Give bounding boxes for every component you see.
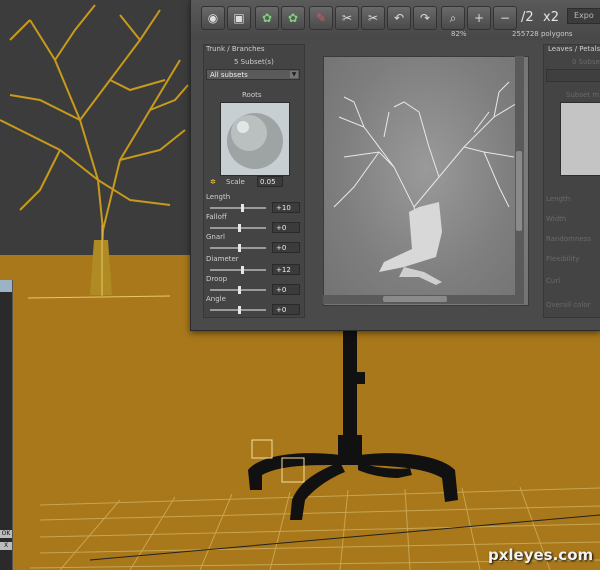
slider-handle[interactable]: [238, 244, 241, 252]
undo-icon[interactable]: ↶: [387, 6, 411, 30]
scroll-thumb[interactable]: [516, 151, 522, 231]
trunk-branches-section: Trunk / Branches 5 Subset(s) All subsets…: [203, 44, 305, 318]
window-titlebar: [0, 280, 12, 292]
scroll-thumb[interactable]: [383, 296, 447, 302]
scale-label: Scale: [226, 178, 245, 186]
section-title: Trunk / Branches: [206, 45, 265, 53]
ok-button[interactable]: OK: [0, 530, 12, 538]
slider-handle[interactable]: [238, 306, 241, 314]
lod-double-button[interactable]: x2: [543, 10, 559, 25]
zoom-level: 82%: [451, 30, 467, 38]
toolbar: ◉ ▣ ✿ ✿ ✎ ✂ ✂ ↶ ↷ ⌕ + − /2 x2 Expo 82% 2…: [191, 0, 600, 40]
close-button[interactable]: X: [0, 542, 12, 550]
param-slider[interactable]: [210, 266, 266, 274]
scale-input[interactable]: 0.05: [257, 176, 283, 187]
param-slider[interactable]: [210, 306, 266, 314]
subset-count: 0 Subse: [572, 58, 600, 66]
param-label: Length: [546, 195, 571, 203]
slider-handle[interactable]: [241, 204, 244, 212]
cube-icon[interactable]: ▣: [227, 6, 251, 30]
param-value-input[interactable]: +10: [272, 202, 300, 213]
param-slider[interactable]: [210, 244, 266, 252]
param-slider[interactable]: [210, 286, 266, 294]
param-label: Flexibility: [546, 255, 580, 263]
param-value-input[interactable]: +0: [272, 242, 300, 253]
param-slider[interactable]: [210, 224, 266, 232]
watermark: pxleyes.com: [488, 546, 594, 564]
zoom-in-icon[interactable]: +: [467, 6, 491, 30]
param-label: Falloff: [206, 213, 227, 221]
scissors-icon[interactable]: ✂: [335, 6, 359, 30]
param-label: Gnarl: [206, 233, 225, 241]
param-slider[interactable]: [210, 204, 266, 212]
tree-preview[interactable]: [323, 56, 529, 306]
subset-count: 5 Subset(s): [234, 58, 274, 66]
param-value-input[interactable]: +0: [272, 284, 300, 295]
slider-handle[interactable]: [238, 286, 241, 294]
param-label: Width: [546, 215, 567, 223]
material-thumbnail[interactable]: [560, 102, 600, 176]
chevron-down-icon: ▼: [290, 71, 298, 78]
param-value-input[interactable]: +0: [272, 304, 300, 315]
zoom-fit-icon[interactable]: ⌕: [441, 6, 465, 30]
preview-roots: [399, 267, 442, 285]
left-window: OK X: [0, 280, 13, 570]
leaves-petals-section: Leaves / Petals 0 Subse Subset m Length W…: [543, 44, 600, 318]
load-plant-icon[interactable]: ✿: [255, 6, 279, 30]
vertical-scrollbar[interactable]: [515, 56, 524, 304]
zoom-out-icon[interactable]: −: [493, 6, 517, 30]
section-title: Leaves / Petals: [548, 45, 600, 53]
plant-editor-panel: ◉ ▣ ✿ ✿ ✎ ✂ ✂ ↶ ↷ ⌕ + − /2 x2 Expo 82% 2…: [190, 0, 600, 331]
lod-half-button[interactable]: /2: [521, 10, 534, 25]
param-label: Randomness: [546, 235, 592, 243]
paint-brush-icon[interactable]: ✎: [309, 6, 333, 30]
export-button[interactable]: Expo: [567, 8, 600, 24]
polygon-count: 255728 polygons: [512, 30, 573, 38]
subset-select[interactable]: [546, 69, 600, 82]
param-label: Length: [206, 193, 231, 201]
material-thumbnail[interactable]: [220, 102, 290, 176]
scissors-plus-icon[interactable]: ✂: [361, 6, 385, 30]
param-value-input[interactable]: +0: [272, 222, 300, 233]
slider-handle[interactable]: [241, 266, 244, 274]
param-value-input[interactable]: +12: [272, 264, 300, 275]
material-label: Subset m: [566, 91, 600, 99]
slider-handle[interactable]: [238, 224, 241, 232]
material-label: Roots: [242, 91, 262, 99]
redo-icon[interactable]: ↷: [413, 6, 437, 30]
horizontal-scrollbar[interactable]: [323, 295, 517, 304]
param-label: Droop: [206, 275, 228, 283]
render-icon[interactable]: ◉: [201, 6, 225, 30]
param-label: Overall color: [546, 301, 591, 309]
preview-trunk: [379, 202, 442, 272]
param-label: Diameter: [206, 255, 239, 263]
subset-select-value: All subsets: [210, 71, 248, 79]
param-label: Curl: [546, 277, 561, 285]
save-plant-icon[interactable]: ✿: [281, 6, 305, 30]
pick-texture-icon[interactable]: ✲: [210, 178, 216, 186]
param-label: Angle: [206, 295, 226, 303]
subset-select[interactable]: All subsets ▼: [206, 69, 300, 80]
